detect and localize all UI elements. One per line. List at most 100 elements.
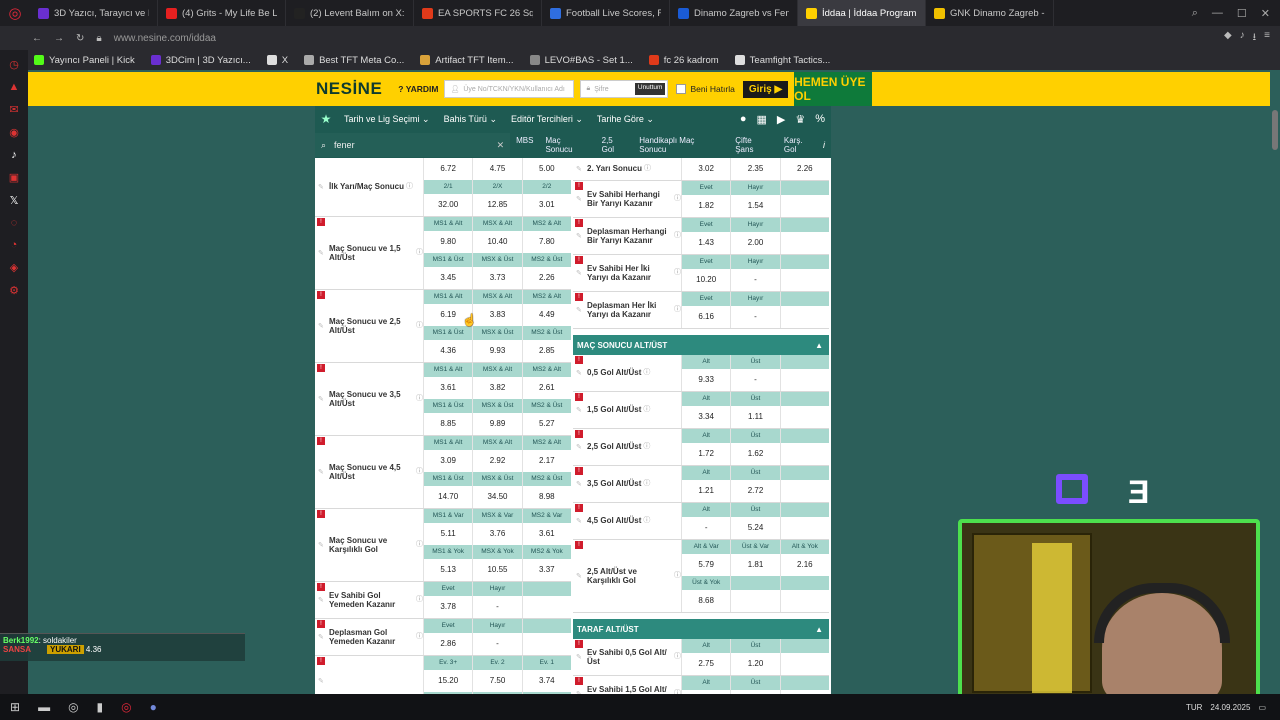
info-icon[interactable]: ⓘ bbox=[416, 633, 423, 641]
odds-value[interactable]: 5.79 bbox=[681, 554, 730, 576]
search-input[interactable]: ⌕ fener ✕ bbox=[315, 133, 511, 157]
collapse-icon[interactable]: ▲ bbox=[815, 341, 829, 350]
download-icon[interactable]: ⭳ bbox=[1253, 30, 1257, 47]
odds-value[interactable]: 2.86 bbox=[423, 633, 472, 655]
pin-icon[interactable]: ✎ bbox=[576, 653, 582, 661]
x-icon[interactable]: 𝕏 bbox=[10, 194, 19, 207]
minimize-icon[interactable]: — bbox=[1212, 7, 1223, 20]
odds-value[interactable]: 1.54 bbox=[730, 195, 779, 217]
info-icon[interactable]: ⓘ bbox=[643, 480, 650, 488]
settings-icon[interactable]: ⚙ bbox=[9, 284, 19, 297]
bookmark-item[interactable]: LEVO#BAS - Set 1... bbox=[529, 55, 633, 66]
pin-icon[interactable]: ✎ bbox=[576, 406, 582, 414]
odds-value[interactable]: 4.49 bbox=[521, 304, 571, 326]
column-header[interactable]: Handikaplı Maç Sonucu bbox=[633, 136, 729, 154]
messenger-icon[interactable]: ◉ bbox=[9, 126, 19, 139]
odds-value[interactable]: 3.45 bbox=[423, 267, 472, 289]
odds-value[interactable] bbox=[730, 590, 779, 612]
odds-value[interactable]: - bbox=[730, 269, 779, 291]
browser-tab[interactable]: Dinamo Zagreb vs Fener bbox=[670, 0, 798, 26]
odds-value[interactable]: 5.13 bbox=[423, 559, 472, 581]
odds-value[interactable]: - bbox=[730, 306, 779, 328]
odds-value[interactable] bbox=[779, 195, 829, 217]
browser-tab[interactable]: 3D Yazıcı, Tarayıcı ve Baş bbox=[30, 0, 158, 26]
nav-item[interactable]: Tarihe Göre ⌄ bbox=[590, 114, 661, 125]
odds-value[interactable]: 1.72 bbox=[681, 443, 730, 465]
odds-value[interactable]: 5.11 bbox=[423, 523, 472, 545]
odds-value[interactable]: 3.09 bbox=[423, 450, 472, 472]
info-icon[interactable]: i bbox=[823, 140, 831, 150]
odds-value[interactable]: 3.34 bbox=[681, 406, 730, 428]
odds-value[interactable] bbox=[779, 232, 829, 254]
info-icon[interactable]: ⓘ bbox=[416, 395, 423, 403]
info-icon[interactable]: ⓘ bbox=[416, 596, 423, 604]
play-icon[interactable]: ▶ bbox=[777, 113, 785, 126]
odds-value[interactable]: 7.80 bbox=[521, 231, 571, 253]
odds-value[interactable]: 1.81 bbox=[730, 554, 779, 576]
tray-date[interactable]: 24.09.2025 bbox=[1210, 703, 1250, 712]
odds-value[interactable]: 12.85 bbox=[472, 194, 521, 216]
info-icon[interactable]: ⓘ bbox=[416, 322, 423, 330]
odds-value[interactable]: 6.16 bbox=[681, 306, 730, 328]
column-header[interactable]: MBS bbox=[510, 136, 539, 154]
odds-value[interactable]: 6.72 bbox=[423, 158, 472, 180]
odds-value[interactable]: 8.98 bbox=[521, 486, 571, 508]
odds-value[interactable]: - bbox=[472, 596, 521, 618]
url-field[interactable]: www.nesine.com/iddaa bbox=[114, 33, 216, 44]
pin-icon[interactable]: ✎ bbox=[576, 306, 582, 314]
odds-value[interactable]: 8.68 bbox=[681, 590, 730, 612]
odds-value[interactable] bbox=[779, 480, 829, 502]
odds-value[interactable]: 2.72 bbox=[730, 480, 779, 502]
extension-icon[interactable]: ◆ bbox=[1224, 30, 1232, 47]
odds-value[interactable]: 2.26 bbox=[779, 158, 829, 180]
odds-value[interactable] bbox=[521, 633, 571, 655]
password-field[interactable]: 🔒︎ Şifre Unuttum bbox=[580, 80, 669, 98]
info-icon[interactable]: ⓘ bbox=[416, 249, 423, 257]
close-icon[interactable]: ✕ bbox=[1261, 7, 1270, 20]
pin-icon[interactable]: ✎ bbox=[318, 249, 324, 257]
remember-checkbox[interactable] bbox=[676, 84, 687, 94]
star-icon[interactable]: ★ bbox=[315, 112, 337, 126]
odds-value[interactable] bbox=[779, 406, 829, 428]
odds-value[interactable] bbox=[779, 653, 829, 675]
pin-icon[interactable]: ✎ bbox=[318, 677, 324, 685]
odds-value[interactable] bbox=[779, 369, 829, 391]
info-icon[interactable]: ⓘ bbox=[406, 183, 413, 191]
odds-value[interactable]: - bbox=[730, 369, 779, 391]
odds-value[interactable]: 8.85 bbox=[423, 413, 472, 435]
pin-icon[interactable]: ✎ bbox=[576, 369, 582, 377]
clear-search-icon[interactable]: ✕ bbox=[497, 140, 511, 151]
column-header[interactable]: Karş. Gol bbox=[778, 136, 823, 154]
pin-icon[interactable]: ✎ bbox=[318, 183, 324, 191]
odds-value[interactable]: 3.37 bbox=[521, 559, 571, 581]
tek-mac-icon[interactable]: ▦ bbox=[756, 113, 766, 126]
opera-taskbar-icon[interactable]: ◎ bbox=[121, 700, 131, 714]
browser-tab[interactable]: (2) Levent Balım on X: "F bbox=[286, 0, 414, 26]
pin-icon[interactable]: ✎ bbox=[318, 322, 324, 330]
odds-value[interactable]: 5.00 bbox=[521, 158, 571, 180]
odds-value[interactable]: 3.78 bbox=[423, 596, 472, 618]
info-icon[interactable]: ⓘ bbox=[674, 306, 681, 314]
bookmark-item[interactable]: fc 26 kadrom bbox=[648, 55, 719, 66]
browser-tab[interactable]: Football Live Scores, Fixt bbox=[542, 0, 670, 26]
bookmark-item[interactable]: Best TFT Meta Co... bbox=[304, 55, 404, 66]
odds-value[interactable]: 2.61 bbox=[521, 377, 571, 399]
info-icon[interactable]: ⓘ bbox=[644, 165, 651, 173]
odds-value[interactable]: 10.20 bbox=[681, 269, 730, 291]
clock-icon[interactable]: ◌ bbox=[11, 217, 18, 229]
player-icon[interactable]: ◈ bbox=[10, 261, 18, 274]
odds-value[interactable]: 3.01 bbox=[521, 194, 571, 216]
odds-value[interactable]: 2.85 bbox=[521, 340, 571, 362]
bookmark-item[interactable]: Artifact TFT Item... bbox=[420, 55, 514, 66]
info-icon[interactable]: ⓘ bbox=[643, 369, 650, 377]
bookmark-item[interactable]: Yayıncı Paneli | Kick bbox=[34, 55, 135, 66]
odds-value[interactable]: 9.33 bbox=[681, 369, 730, 391]
browser-tab[interactable]: GNK Dinamo Zagreb - Fe bbox=[926, 0, 1054, 26]
history-icon[interactable]: ◷ bbox=[9, 58, 19, 71]
odds-value[interactable]: 3.82 bbox=[472, 377, 521, 399]
odds-value[interactable]: 2.75 bbox=[681, 653, 730, 675]
column-header[interactable]: Maç Sonucu bbox=[539, 136, 595, 154]
pin-icon[interactable]: ✎ bbox=[318, 541, 324, 549]
remember-me[interactable]: Beni Hatırla bbox=[676, 84, 735, 94]
odds-value[interactable]: 10.55 bbox=[472, 559, 521, 581]
